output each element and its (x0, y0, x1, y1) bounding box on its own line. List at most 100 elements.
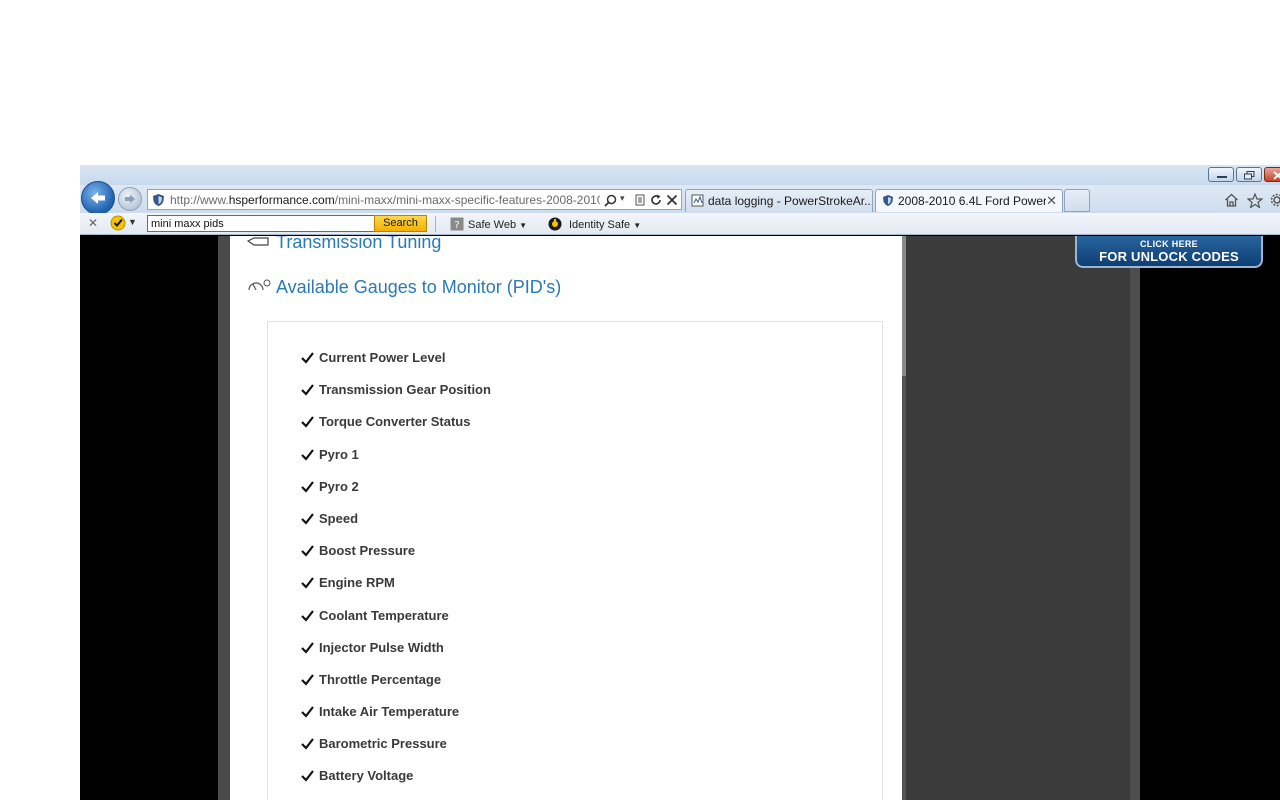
list-item: Speed (301, 503, 491, 535)
url-prefix: http://www. (170, 193, 229, 207)
banner-line2: FOR UNLOCK CODES (1099, 249, 1239, 264)
forward-button[interactable] (118, 187, 142, 211)
norton-dropdown-icon[interactable]: ▼ (128, 217, 137, 227)
chevron-down-icon: ▼ (633, 221, 642, 230)
minimize-button[interactable] (1208, 167, 1234, 182)
refresh-icon[interactable] (650, 194, 662, 206)
chevron-down-icon: ▼ (519, 221, 528, 230)
list-item: Coolant Temperature (301, 600, 491, 632)
gear-icon[interactable] (1270, 193, 1280, 207)
gauge-label: Current Power Level (319, 350, 446, 365)
forward-arrow-icon (125, 194, 135, 204)
back-arrow-icon (91, 192, 105, 204)
page-viewport: Transmission Tuning Available Gauges to … (80, 236, 1280, 800)
checkmark-icon (301, 738, 314, 750)
right-column (906, 236, 1130, 800)
tab-close-icon[interactable]: ✕ (1046, 193, 1057, 209)
list-item: Engine RPM (301, 567, 491, 599)
help-question-icon: ? (450, 217, 464, 231)
gauge-label: Intake Air Temperature (319, 704, 460, 720)
transmission-tuning-title: Transmission Tuning (276, 236, 442, 252)
gauge-label: Speed (319, 510, 359, 526)
url-domain: hsperformance.com (228, 193, 335, 207)
gauge-label: Battery Voltage (319, 768, 414, 784)
toolbar-divider (435, 216, 436, 232)
gauge-label: Barometric Pressure (319, 736, 447, 752)
checkmark-icon (301, 513, 314, 525)
checkmark-icon (301, 577, 314, 589)
stop-icon[interactable] (666, 194, 678, 206)
tab-label: 2008-2010 6.4L Ford Powers... (898, 194, 1046, 208)
site-shield-icon (883, 195, 893, 206)
toolbar-search-input[interactable] (147, 215, 375, 232)
gauge-label: Boost Pressure (319, 543, 416, 559)
gauge-label: Injector Pulse Width (319, 639, 444, 655)
toolbar-close-icon[interactable]: ✕ (88, 216, 98, 230)
checkmark-icon (301, 352, 314, 364)
checkmark-icon (301, 448, 314, 461)
list-item: Pyro 2 (301, 471, 491, 503)
gauges-list: Current Power Level Transmission Gear Po… (301, 342, 491, 793)
unlock-codes-banner[interactable]: CLICK HERE FOR UNLOCK CODES (1075, 236, 1263, 268)
identity-safe-label: Identity Safe (569, 219, 631, 231)
checkmark-icon (301, 609, 314, 622)
favorites-star-icon[interactable] (1247, 193, 1263, 208)
navigation-bar: http://www.hsperformance.com/mini-maxx/m… (80, 181, 1280, 215)
new-tab-button[interactable] (1064, 189, 1090, 212)
content-panel: Transmission Tuning Available Gauges to … (230, 236, 902, 800)
window-close-button[interactable] (1264, 167, 1280, 182)
title-strip (80, 165, 1280, 185)
address-bar[interactable]: http://www.hsperformance.com/mini-maxx/m… (147, 189, 682, 210)
site-shield-icon (153, 194, 164, 206)
norton-check-icon[interactable] (110, 215, 126, 231)
minimize-icon (1217, 176, 1227, 178)
home-icon[interactable] (1224, 193, 1239, 207)
address-url[interactable]: http://www.hsperformance.com/mini-maxx/m… (170, 193, 600, 207)
list-item: Injector Pulse Width (301, 632, 491, 664)
close-icon (1273, 171, 1280, 180)
forum-page-icon (691, 194, 704, 207)
tab-label: data logging - PowerStrokeAr... (708, 194, 873, 208)
restore-button[interactable] (1236, 167, 1262, 182)
toolbar-search-button[interactable]: Search (374, 215, 427, 232)
checkmark-icon (301, 674, 314, 686)
gauge-label: Pyro 2 (319, 478, 359, 494)
browser-window: http://www.hsperformance.com/mini-maxx/m… (80, 165, 1280, 800)
list-item: Torque Converter Status (301, 406, 491, 438)
list-item: Barometric Pressure (301, 728, 491, 760)
identity-safe-icon (548, 217, 562, 231)
tab-hsperformance[interactable]: 2008-2010 6.4L Ford Powers... ✕ (875, 189, 1063, 212)
transmission-icon (247, 237, 269, 246)
restore-icon (1244, 171, 1255, 180)
checkmark-icon (301, 706, 314, 718)
checkmark-icon (301, 481, 314, 493)
left-gutter (218, 236, 230, 800)
checkmark-icon (301, 416, 314, 429)
compatibility-view-icon[interactable] (635, 194, 645, 206)
list-item: Boost Pressure (301, 535, 491, 567)
gauges-title: Available Gauges to Monitor (PID's) (276, 277, 562, 297)
search-icon[interactable] (604, 194, 617, 207)
svg-text:?: ? (454, 220, 459, 231)
gauge-label: Throttle Percentage (319, 671, 442, 687)
gauge-label: Torque Converter Status (319, 414, 471, 430)
checkmark-icon (301, 642, 314, 654)
tab-data-logging[interactable]: data logging - PowerStrokeAr... (685, 189, 873, 212)
search-dropdown-icon[interactable]: ▾ (620, 193, 625, 204)
list-item: Intake Air Temperature (301, 696, 491, 728)
gauge-icon (248, 279, 271, 291)
safe-web-menu[interactable]: ? Safe Web ▼ (450, 217, 527, 231)
checkmark-icon (301, 384, 314, 396)
back-button[interactable] (81, 181, 115, 215)
checkmark-icon (301, 770, 314, 783)
banner-line1: CLICK HERE (1139, 239, 1198, 249)
gauge-label: Coolant Temperature (319, 607, 449, 623)
identity-safe-menu[interactable]: Identity Safe ▼ (548, 217, 641, 231)
gauge-label: Pyro 1 (319, 446, 359, 462)
list-item: Pyro 1 (301, 439, 491, 471)
norton-toolbar: ✕ ▼ Search ? Safe Web ▼ Identity Safe ▼ (80, 213, 1280, 235)
safe-web-label: Safe Web (468, 219, 517, 231)
list-item: Battery Voltage (301, 760, 491, 792)
right-gutter (1130, 236, 1140, 800)
list-item: Throttle Percentage (301, 664, 491, 696)
